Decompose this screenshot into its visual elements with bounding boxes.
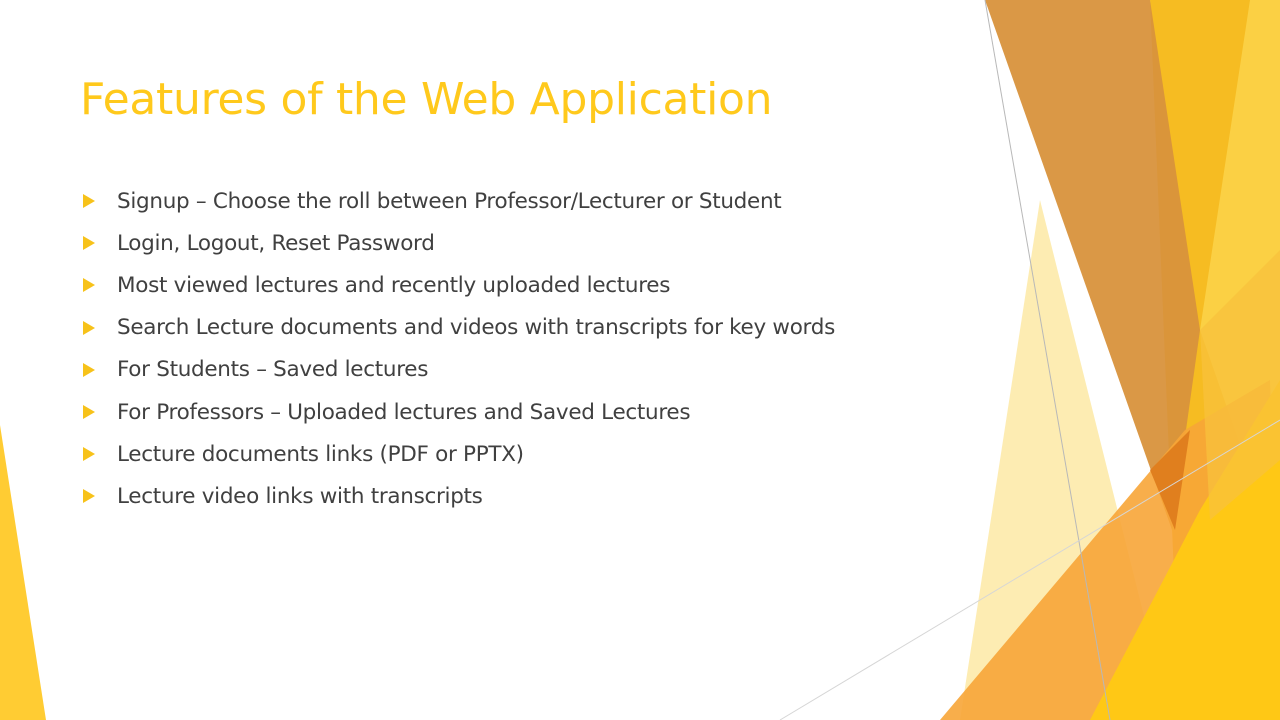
bullet-text: For Professors – Uploaded lectures and S…	[117, 399, 691, 425]
bullet-item-most-viewed: Most viewed lectures and recently upload…	[80, 264, 835, 306]
bullet-item-professors: For Professors – Uploaded lectures and S…	[80, 391, 835, 433]
slide-title: Features of the Web Application	[80, 74, 773, 125]
bullet-text: Lecture documents links (PDF or PPTX)	[117, 441, 524, 467]
triangle-bullet-icon	[83, 320, 95, 335]
bullet-item-login: Login, Logout, Reset Password	[80, 222, 835, 264]
triangle-bullet-icon	[83, 447, 95, 462]
bullet-text: Search Lecture documents and videos with…	[117, 315, 835, 341]
bullet-item-students: For Students – Saved lectures	[80, 349, 835, 391]
triangle-bullet-icon	[83, 362, 95, 377]
bullet-text: For Students – Saved lectures	[117, 357, 429, 383]
bullet-text: Lecture video links with transcripts	[117, 483, 483, 509]
bullet-item-signup: Signup – Choose the roll between Profess…	[80, 180, 835, 222]
triangle-bullet-icon	[83, 489, 95, 504]
bullet-item-documents: Lecture documents links (PDF or PPTX)	[80, 433, 835, 475]
triangle-bullet-icon	[83, 194, 95, 209]
triangle-bullet-icon	[83, 405, 95, 420]
bullet-list: Signup – Choose the roll between Profess…	[80, 180, 835, 518]
bullet-text: Signup – Choose the roll between Profess…	[117, 188, 782, 214]
bullet-text: Login, Logout, Reset Password	[117, 230, 435, 256]
bullet-text: Most viewed lectures and recently upload…	[117, 272, 671, 298]
bullet-item-search: Search Lecture documents and videos with…	[80, 307, 835, 349]
slide: Features of the Web Application Signup –…	[0, 0, 1280, 720]
triangle-bullet-icon	[83, 278, 95, 293]
triangle-bullet-icon	[83, 236, 95, 251]
bullet-item-videos: Lecture video links with transcripts	[80, 475, 835, 517]
left-accent-shape	[0, 425, 46, 720]
